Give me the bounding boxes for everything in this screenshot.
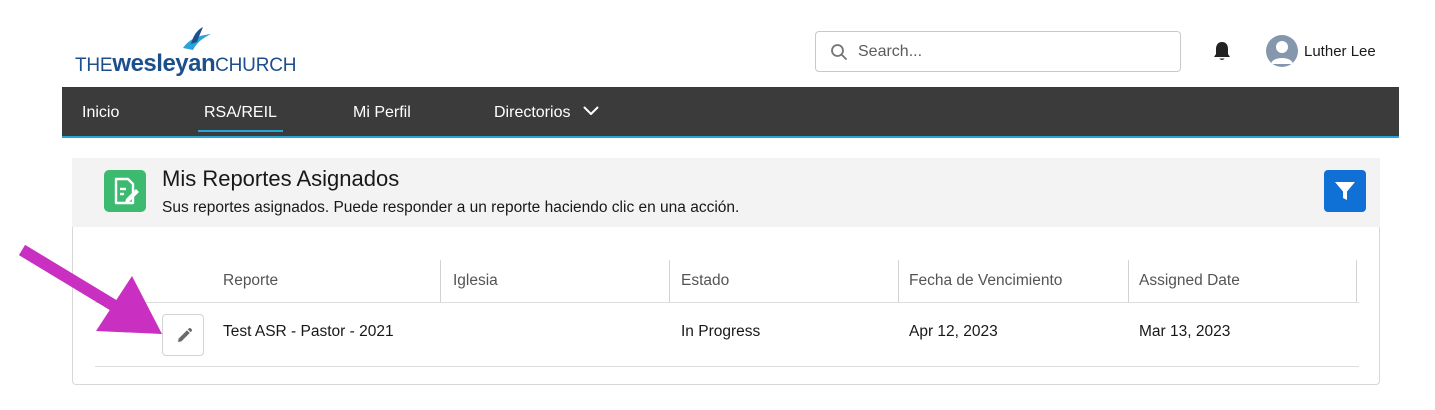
column-header-reporte[interactable]: Reporte xyxy=(223,260,278,302)
page-header: Mis Reportes Asignados Sus reportes asig… xyxy=(72,158,1380,227)
logo-wordmark: THEwesleyanCHURCH xyxy=(75,50,297,77)
nav-item-label: Mi Perfil xyxy=(353,104,411,121)
dove-flame-icon xyxy=(183,27,211,50)
search-icon xyxy=(831,44,847,60)
header-divider xyxy=(95,302,1359,303)
page-title: Mis Reportes Asignados xyxy=(162,166,400,191)
nav-item-rsa-reil[interactable]: RSA/REIL xyxy=(198,88,283,136)
column-header-estado[interactable]: Estado xyxy=(681,260,729,302)
filter-icon xyxy=(1335,182,1355,200)
nav-item-inicio[interactable]: Inicio xyxy=(82,88,119,136)
user-avatar-icon xyxy=(1266,35,1298,67)
chevron-down-icon xyxy=(583,106,599,116)
report-document-icon xyxy=(104,170,146,212)
column-header-iglesia[interactable]: Iglesia xyxy=(453,260,498,302)
search-box[interactable] xyxy=(815,31,1181,72)
column-divider[interactable] xyxy=(898,260,899,302)
nav-item-label: RSA/REIL xyxy=(204,104,277,121)
page-subtitle: Sus reportes asignados. Puede responder … xyxy=(162,199,740,216)
cell-estado: In Progress xyxy=(681,323,761,340)
cell-reporte: Test ASR - Pastor - 2021 xyxy=(223,323,394,340)
pencil-edit-icon xyxy=(178,327,193,342)
column-divider xyxy=(1356,260,1357,302)
user-menu[interactable]: Luther Lee xyxy=(1266,35,1376,67)
column-divider[interactable] xyxy=(440,260,441,302)
user-name: Luther Lee xyxy=(1304,42,1376,60)
cell-assigned-date: Mar 13, 2023 xyxy=(1139,323,1231,340)
column-divider[interactable] xyxy=(1128,260,1129,302)
column-header-assigned-date[interactable]: Assigned Date xyxy=(1139,260,1240,302)
edit-report-button[interactable] xyxy=(162,314,204,356)
nav-item-label: Inicio xyxy=(82,104,120,121)
row-divider xyxy=(95,366,1359,367)
nav-item-mi-perfil[interactable]: Mi Perfil xyxy=(353,88,411,136)
nav-item-directorios[interactable]: Directorios xyxy=(494,88,599,136)
filter-button[interactable] xyxy=(1324,170,1366,212)
main-nav: Inicio RSA/REIL Mi Perfil Directorios xyxy=(62,87,1399,138)
column-divider[interactable] xyxy=(669,260,670,302)
bell-icon[interactable] xyxy=(1211,40,1233,62)
column-header-fecha-vencimiento[interactable]: Fecha de Vencimiento xyxy=(909,260,1062,302)
cell-fecha-vencimiento: Apr 12, 2023 xyxy=(909,323,998,340)
church-logo[interactable]: THEwesleyanCHURCH xyxy=(75,26,305,77)
reports-table: Reporte Iglesia Estado Fecha de Vencimie… xyxy=(72,227,1380,385)
nav-item-label: Directorios xyxy=(494,104,571,121)
search-input[interactable] xyxy=(858,39,1158,65)
